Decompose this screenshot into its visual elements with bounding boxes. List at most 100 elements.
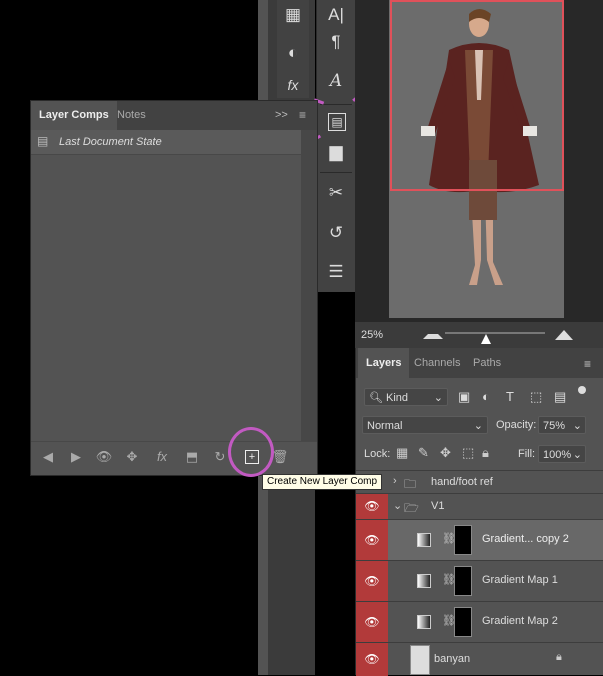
pixel-filter-icon[interactable]: ▣: [458, 389, 470, 405]
layer-comp-item[interactable]: ▤ Last Document State: [31, 130, 301, 155]
layer-row-group[interactable]: › 🗀 hand/foot ref: [356, 470, 603, 493]
divider: [320, 172, 352, 173]
layer-comps-header: Layer Comps Notes >> ≡: [31, 101, 317, 130]
eye-icon[interactable]: 👁︎: [356, 561, 388, 601]
shape-filter-icon[interactable]: ⬚: [530, 389, 542, 405]
lock-all-icon[interactable]: 🔒︎: [482, 445, 489, 461]
history-icon[interactable]: ↺: [325, 222, 347, 244]
lock-position-icon[interactable]: ✥: [440, 445, 451, 461]
adjustments-icon[interactable]: ◐: [282, 42, 304, 64]
panel-icon-strip: A| ¶ A ▤ ▆ ✂ ↺ ☰: [316, 0, 356, 292]
type-filter-icon[interactable]: T: [506, 389, 514, 404]
layer-name[interactable]: V1: [431, 500, 444, 512]
next-icon[interactable]: ▶: [67, 448, 85, 466]
chevron-down-icon: ⌄: [572, 449, 582, 461]
layer-row-group[interactable]: 👁︎ ⌄ 🗁 V1: [356, 493, 603, 519]
filter-kind-label: Kind: [386, 392, 409, 404]
layers-panel: Layers Channels Paths ≡ 🔍︎ Kind ⌄ ▣ ◐ T …: [355, 348, 603, 676]
tooltip: Create New Layer Comp: [262, 474, 383, 490]
layer-mask-thumbnail[interactable]: [454, 525, 472, 555]
eye-icon[interactable]: 👁︎: [356, 520, 388, 560]
opacity-label: Opacity:: [496, 419, 537, 431]
layers-tabs: Layers Channels Paths ≡: [356, 348, 603, 378]
smart-object-filter-icon[interactable]: ▤: [554, 389, 566, 405]
blend-mode-select[interactable]: Normal ⌄: [362, 416, 488, 434]
position-icon[interactable]: ✥: [123, 448, 141, 466]
character-icon[interactable]: A|: [325, 4, 347, 26]
filter-kind-select[interactable]: 🔍︎ Kind ⌄: [364, 388, 448, 406]
panel-icon-strip-left: ▦ ◐ fx: [277, 0, 309, 98]
blend-mode-value: Normal: [367, 420, 403, 432]
fill-input[interactable]: 100% ⌄: [538, 445, 586, 463]
fx-styles-icon[interactable]: fx: [282, 74, 304, 96]
lock-transparent-icon[interactable]: ▦: [396, 445, 408, 461]
properties-icon[interactable]: ☰: [325, 261, 347, 283]
appearance-icon[interactable]: ⬒: [183, 448, 201, 466]
tab-notes[interactable]: Notes: [109, 101, 154, 130]
chevron-down-icon: ⌄: [433, 392, 443, 404]
annotation-circle: [228, 427, 274, 477]
eye-icon[interactable]: 👁︎: [356, 602, 388, 642]
adjustment-filter-icon[interactable]: ◐: [482, 389, 490, 404]
layer-comps-list: ▤ Last Document State: [31, 130, 317, 460]
collapse-icon[interactable]: >>: [275, 109, 288, 121]
tab-channels[interactable]: Channels: [406, 348, 468, 378]
layer-comp-name[interactable]: Last Document State: [59, 136, 162, 148]
layer-comps-panel: Layer Comps Notes >> ≡ ▤ Last Document S…: [30, 100, 318, 476]
layer-thumbnail[interactable]: [410, 645, 430, 675]
tab-paths[interactable]: Paths: [465, 348, 509, 378]
paragraph-icon[interactable]: ¶: [325, 31, 347, 53]
layer-name[interactable]: Gradient Map 2: [482, 615, 558, 627]
layer-name[interactable]: Gradient... copy 2: [482, 533, 569, 545]
layer-name[interactable]: banyan: [434, 653, 470, 665]
layer-mask-thumbnail[interactable]: [454, 607, 472, 637]
lock-image-icon[interactable]: ✎: [418, 445, 429, 461]
divider: [320, 104, 352, 105]
update-icon[interactable]: ↻: [211, 448, 229, 466]
panel-menu-icon[interactable]: ≡: [584, 357, 591, 371]
gradient-adjustment-icon: [417, 533, 431, 547]
layer-row[interactable]: 👁︎ ⛓ Gradient Map 2: [356, 601, 603, 642]
layer-name[interactable]: hand/foot ref: [431, 476, 493, 488]
panel-menu-icon[interactable]: ≡: [299, 108, 306, 122]
zoom-level[interactable]: 25%: [355, 323, 411, 347]
gradient-adjustment-icon: [417, 615, 431, 629]
visibility-icon[interactable]: 👁︎: [95, 448, 113, 466]
layer-row-selected[interactable]: 👁︎ ⛓ Gradient... copy 2: [356, 519, 603, 560]
scrollbar[interactable]: [301, 130, 317, 460]
search-icon: 🔍︎: [369, 392, 383, 404]
zoom-out-icon[interactable]: [423, 334, 443, 339]
tab-layer-comps[interactable]: Layer Comps: [31, 101, 117, 130]
chevron-right-icon[interactable]: ›: [393, 475, 397, 487]
layer-row[interactable]: 👁︎ banyan 🔒︎: [356, 642, 603, 676]
layer-row[interactable]: 👁︎ ⛓ Gradient Map 1: [356, 560, 603, 601]
opacity-input[interactable]: 75% ⌄: [538, 416, 586, 434]
layer-mask-thumbnail[interactable]: [454, 566, 472, 596]
tab-layers[interactable]: Layers: [358, 348, 410, 378]
layer-comps-icon[interactable]: ▤: [328, 113, 346, 131]
lock-label: Lock:: [364, 448, 391, 460]
eye-icon[interactable]: 👁︎: [356, 643, 388, 676]
zoom-in-icon[interactable]: [555, 330, 573, 340]
notes-icon[interactable]: ▆: [325, 141, 347, 163]
tools-icon[interactable]: ✂: [325, 182, 347, 204]
chevron-down-icon: ⌄: [572, 420, 582, 432]
fill-label: Fill:: [518, 448, 536, 460]
table-icon[interactable]: ▦: [282, 4, 304, 26]
opacity-value: 75%: [543, 420, 566, 432]
zoom-slider[interactable]: [445, 332, 545, 334]
artboard-frame: [390, 0, 564, 191]
fx-icon[interactable]: fx: [153, 448, 171, 466]
document-state-icon: ▤: [37, 134, 49, 148]
previous-icon[interactable]: ◀: [39, 448, 57, 466]
glyphs-icon[interactable]: A: [325, 70, 347, 92]
chevron-down-icon[interactable]: ⌄: [393, 499, 402, 512]
layer-name[interactable]: Gradient Map 1: [482, 574, 558, 586]
zoom-slider-handle[interactable]: [481, 334, 491, 344]
eye-icon[interactable]: 👁︎: [356, 494, 388, 519]
folder-open-icon: 🗁: [404, 501, 419, 515]
lock-artboard-icon[interactable]: ⬚: [462, 445, 474, 461]
lock-icon: 🔒︎: [556, 651, 562, 663]
filter-toggle[interactable]: [578, 386, 586, 394]
layer-comps-toolbar: ◀ ▶ 👁︎ ✥ fx ⬒ ↻ + 🗑︎: [31, 441, 317, 472]
